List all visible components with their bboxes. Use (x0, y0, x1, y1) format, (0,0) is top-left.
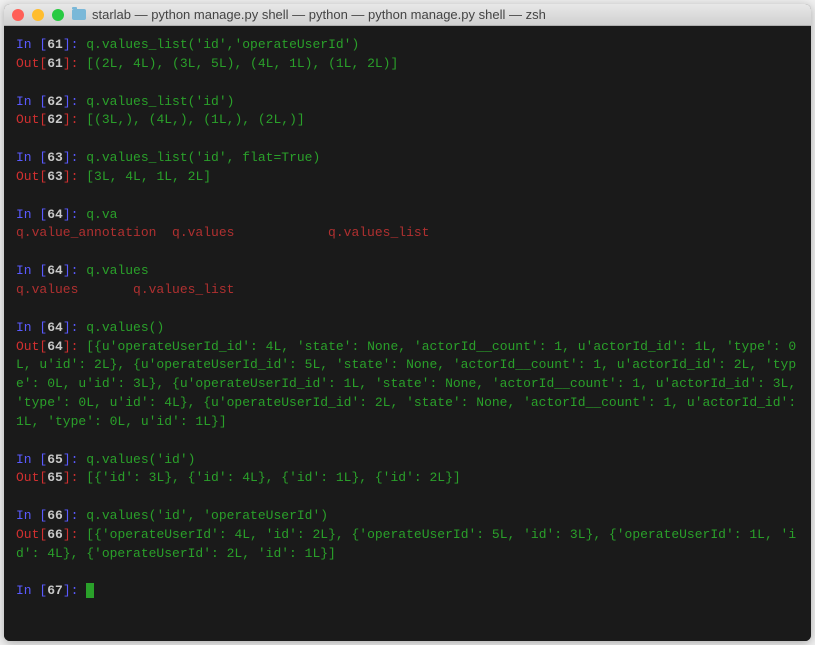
terminal-line: In [61]: q.values_list('id','operateUser… (16, 36, 799, 55)
in-prompt-prefix: In [ (16, 37, 47, 52)
in-prompt-prefix: In [ (16, 207, 47, 222)
out-prompt-suffix: ]: (63, 169, 86, 184)
prompt-number: 62 (47, 112, 63, 127)
terminal-line (16, 488, 799, 507)
in-prompt-prefix: In [ (16, 263, 47, 278)
output-text: [(2L, 4L), (3L, 5L), (4L, 1L), (1L, 2L)] (86, 56, 398, 71)
prompt-number: 61 (47, 37, 63, 52)
terminal-line: Out[61]: [(2L, 4L), (3L, 5L), (4L, 1L), … (16, 55, 799, 74)
out-prompt-prefix: Out[ (16, 56, 47, 71)
output-text: [(3L,), (4L,), (1L,), (2L,)] (86, 112, 304, 127)
terminal-window: starlab — python manage.py shell — pytho… (4, 4, 811, 641)
terminal-line: In [64]: q.values (16, 262, 799, 281)
terminal-line: In [66]: q.values('id', 'operateUserId') (16, 507, 799, 526)
cursor (86, 583, 94, 598)
prompt-number: 62 (47, 94, 63, 109)
out-prompt-prefix: Out[ (16, 470, 47, 485)
out-prompt-prefix: Out[ (16, 112, 47, 127)
prompt-number: 65 (47, 452, 63, 467)
in-prompt-prefix: In [ (16, 508, 47, 523)
out-prompt-suffix: ]: (63, 112, 86, 127)
output-text: [{'operateUserId': 4L, 'id': 2L}, {'oper… (16, 527, 796, 561)
prompt-number: 66 (47, 508, 63, 523)
minimize-icon[interactable] (32, 9, 44, 21)
input-code: q.values('id') (86, 452, 195, 467)
out-prompt-prefix: Out[ (16, 339, 47, 354)
prompt-number: 65 (47, 470, 63, 485)
traffic-lights (12, 9, 64, 21)
folder-icon (72, 9, 86, 20)
completion-text: q.value_annotation q.values q.values_lis… (16, 225, 429, 240)
terminal-line: q.value_annotation q.values q.values_lis… (16, 224, 799, 243)
in-prompt-prefix: In [ (16, 320, 47, 335)
in-prompt-suffix: ]: (63, 508, 86, 523)
terminal-line: Out[62]: [(3L,), (4L,), (1L,), (2L,)] (16, 111, 799, 130)
terminal-line (16, 243, 799, 262)
output-text: [{'id': 3L}, {'id': 4L}, {'id': 1L}, {'i… (86, 470, 460, 485)
terminal-line: In [63]: q.values_list('id', flat=True) (16, 149, 799, 168)
terminal-line: In [67]: (16, 582, 799, 601)
out-prompt-prefix: Out[ (16, 169, 47, 184)
input-code: q.values() (86, 320, 164, 335)
close-icon[interactable] (12, 9, 24, 21)
output-text: [3L, 4L, 1L, 2L] (86, 169, 211, 184)
in-prompt-suffix: ]: (63, 263, 86, 278)
in-prompt-suffix: ]: (63, 37, 86, 52)
prompt-number: 66 (47, 527, 63, 542)
prompt-number: 64 (47, 339, 63, 354)
out-prompt-suffix: ]: (63, 470, 86, 485)
in-prompt-suffix: ]: (63, 320, 86, 335)
terminal-line: In [64]: q.va (16, 206, 799, 225)
prompt-number: 61 (47, 56, 63, 71)
prompt-number: 64 (47, 320, 63, 335)
terminal-line: In [65]: q.values('id') (16, 451, 799, 470)
terminal-line: Out[63]: [3L, 4L, 1L, 2L] (16, 168, 799, 187)
out-prompt-suffix: ]: (63, 339, 86, 354)
in-prompt-prefix: In [ (16, 452, 47, 467)
terminal-line: Out[65]: [{'id': 3L}, {'id': 4L}, {'id':… (16, 469, 799, 488)
prompt-number: 67 (47, 583, 63, 598)
terminal-line (16, 300, 799, 319)
input-code: q.values_list('id') (86, 94, 234, 109)
input-code: q.values (86, 263, 148, 278)
prompt-number: 63 (47, 150, 63, 165)
terminal-line: Out[66]: [{'operateUserId': 4L, 'id': 2L… (16, 526, 799, 564)
in-prompt-suffix: ]: (63, 452, 86, 467)
terminal-line (16, 187, 799, 206)
titlebar[interactable]: starlab — python manage.py shell — pytho… (4, 4, 811, 26)
terminal-line (16, 432, 799, 451)
in-prompt-suffix: ]: (63, 207, 86, 222)
in-prompt-suffix: ]: (63, 150, 86, 165)
in-prompt-suffix: ]: (63, 583, 86, 598)
terminal-line (16, 564, 799, 583)
terminal-body[interactable]: In [61]: q.values_list('id','operateUser… (4, 26, 811, 641)
prompt-number: 64 (47, 263, 63, 278)
in-prompt-prefix: In [ (16, 150, 47, 165)
input-code: q.values_list('id', flat=True) (86, 150, 320, 165)
terminal-line: In [62]: q.values_list('id') (16, 93, 799, 112)
terminal-line: q.values q.values_list (16, 281, 799, 300)
completion-text: q.values q.values_list (16, 282, 234, 297)
in-prompt-prefix: In [ (16, 94, 47, 109)
maximize-icon[interactable] (52, 9, 64, 21)
window-title: starlab — python manage.py shell — pytho… (92, 7, 546, 22)
out-prompt-suffix: ]: (63, 56, 86, 71)
terminal-line: In [64]: q.values() (16, 319, 799, 338)
prompt-number: 63 (47, 169, 63, 184)
terminal-line (16, 130, 799, 149)
output-text: [{u'operateUserId_id': 4L, 'state': None… (16, 339, 804, 429)
input-code: q.va (86, 207, 117, 222)
input-code: q.values_list('id','operateUserId') (86, 37, 359, 52)
out-prompt-prefix: Out[ (16, 527, 47, 542)
terminal-line: Out[64]: [{u'operateUserId_id': 4L, 'sta… (16, 338, 799, 432)
prompt-number: 64 (47, 207, 63, 222)
in-prompt-suffix: ]: (63, 94, 86, 109)
input-code: q.values('id', 'operateUserId') (86, 508, 328, 523)
out-prompt-suffix: ]: (63, 527, 86, 542)
in-prompt-prefix: In [ (16, 583, 47, 598)
terminal-line (16, 74, 799, 93)
